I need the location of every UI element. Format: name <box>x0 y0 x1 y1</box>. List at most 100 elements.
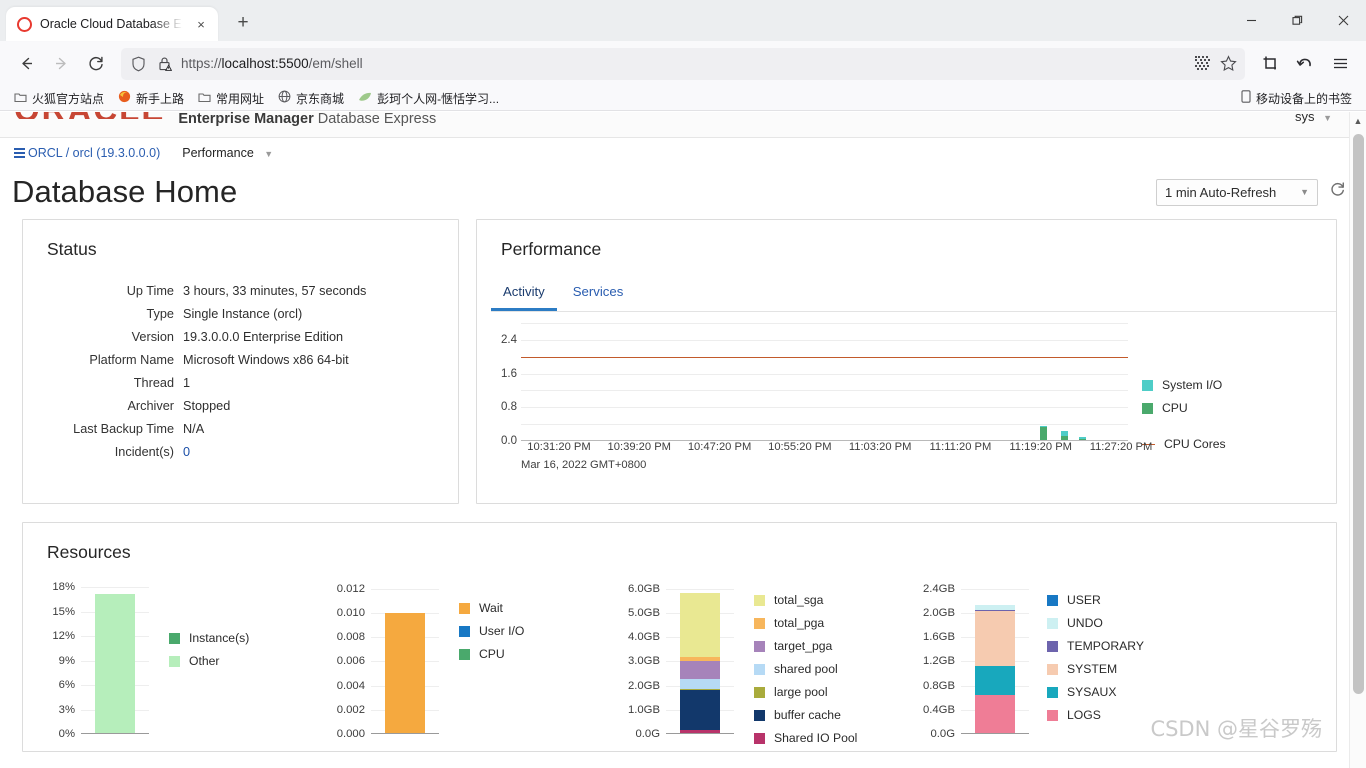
activity-y-tick-label: 0.8 <box>501 401 517 414</box>
legend-item[interactable]: Wait <box>459 601 618 615</box>
bookmark-item[interactable]: 京东商城 <box>272 88 350 109</box>
oracle-circle-icon <box>17 16 32 32</box>
activity-chart[interactable]: 0.0 0.8 1.6 2.4 <box>483 323 1128 447</box>
browser-tab[interactable]: Oracle Cloud Database Expre × <box>6 7 218 41</box>
legend-item[interactable]: UNDO <box>1047 616 1191 630</box>
resource-cpu-chart-plot[interactable]: 0% 3% 6% 9% 12% 15% 18% <box>33 579 153 740</box>
resource-wait-chart-plot[interactable]: 0.000 0.002 0.004 0.006 0.008 0.010 0.012 <box>323 579 443 740</box>
bar <box>680 593 720 733</box>
breadcrumb-database-link[interactable]: ORCL / orcl (19.3.0.0.0) <box>14 146 160 160</box>
status-row: Up Time 3 hours, 33 minutes, 57 seconds <box>23 280 458 303</box>
y-tick-label: 1.0GB <box>627 703 660 716</box>
y-tick-label: 2.0GB <box>922 606 955 619</box>
tab-activity[interactable]: Activity <box>491 280 557 311</box>
legend-item[interactable]: USER <box>1047 593 1191 607</box>
legend-item[interactable]: total_sga <box>754 593 913 607</box>
back-button[interactable] <box>10 48 42 80</box>
legend-item[interactable]: total_pga <box>754 616 913 630</box>
auto-refresh-select[interactable]: 1 min Auto-Refresh ▼ <box>1156 178 1318 206</box>
bookmark-label: 新手上路 <box>136 91 185 106</box>
refresh-icon[interactable] <box>1329 181 1346 203</box>
performance-panel: Performance Activity Services 0.0 0.8 1.6 2.… <box>476 219 1337 504</box>
legend-item[interactable]: Shared IO Pool <box>754 731 913 745</box>
y-tick-label: 0.008 <box>336 631 365 644</box>
shield-icon[interactable] <box>129 55 147 73</box>
legend-item[interactable]: target_pga <box>754 639 913 653</box>
legend-item[interactable]: TEMPORARY <box>1047 639 1191 653</box>
chevron-down-icon: ▼ <box>264 149 274 159</box>
activity-x-tick-label: 10:55:20 PM <box>768 441 832 453</box>
close-icon[interactable]: × <box>192 15 210 33</box>
undo-arrow-icon[interactable] <box>1289 48 1321 80</box>
forward-button[interactable] <box>45 48 77 80</box>
performance-menu[interactable]: Performance ▼ <box>182 146 273 160</box>
legend-swatch <box>754 709 765 721</box>
legend-swatch <box>1047 640 1058 652</box>
resource-memory-chart-plot[interactable]: 0.0G 1.0GB 2.0GB 3.0GB 4.0GB 5.0GB 6.0GB <box>618 579 738 740</box>
legend-item[interactable]: SYSTEM <box>1047 662 1191 676</box>
resource-tablespace-chart: 0.0G 0.4GB 0.8GB 1.2GB 1.6GB 2.0GB 2.4GB USER UN… <box>913 579 1191 754</box>
new-tab-button[interactable]: + <box>228 8 258 38</box>
activity-chart-wrap: 0.0 0.8 1.6 2.4 10:31:20 PM 10:39:20 PM 10:47… <box>477 312 1336 471</box>
gridline <box>666 588 734 590</box>
gridline <box>521 323 1128 324</box>
activity-x-tick-label: 10:39:20 PM <box>607 441 672 453</box>
legend-item[interactable]: User I/O <box>459 624 618 638</box>
legend-swatch <box>1047 686 1058 698</box>
resource-memory-chart-legend: total_sga total_pga target_pgashared pool l… <box>738 579 913 754</box>
minimize-button[interactable] <box>1228 0 1274 41</box>
legend-item[interactable]: System I/O <box>1142 378 1226 392</box>
y-tick-label: 1.2GB <box>922 655 955 668</box>
tab-services[interactable]: Services <box>561 280 636 311</box>
status-row-value-link[interactable]: 0 <box>183 441 190 464</box>
gridline <box>521 424 1128 426</box>
legend-item[interactable]: Instance(s) <box>169 631 323 645</box>
url-bar[interactable]: https://localhost:5500/em/shell <box>121 47 1245 80</box>
legend-item[interactable]: buffer cache <box>754 708 913 722</box>
legend-label: Instance(s) <box>189 631 250 645</box>
bookmark-item[interactable]: 火狐官方站点 <box>8 88 110 109</box>
legend-item[interactable]: shared pool <box>754 662 913 676</box>
legend-item[interactable]: CPU Cores <box>1142 437 1226 451</box>
legend-item[interactable]: large pool <box>754 685 913 699</box>
activity-y-axis: 0.0 0.8 1.6 2.4 <box>483 323 517 447</box>
legend-item[interactable]: CPU <box>459 647 618 661</box>
bookmark-item[interactable]: 彭珂个人网-惬恬学习... <box>352 88 505 109</box>
page-title-row: Database Home 1 min Auto-Refresh ▼ <box>0 168 1366 210</box>
hamburger-menu-icon[interactable] <box>1324 48 1356 80</box>
lock-warning-icon[interactable] <box>155 55 173 73</box>
y-tick-label: 0% <box>58 728 75 740</box>
legend-label: LOGS <box>1067 708 1101 722</box>
legend-item[interactable]: SYSAUX <box>1047 685 1191 699</box>
y-tick-label: 0.0G <box>635 728 661 740</box>
performance-tabs: Activity Services <box>491 280 1336 312</box>
screenshot-icon[interactable] <box>1254 48 1286 80</box>
star-icon[interactable] <box>1219 55 1237 73</box>
legend-label: UNDO <box>1067 616 1103 630</box>
resource-tablespace-chart-plot[interactable]: 0.0G 0.4GB 0.8GB 1.2GB 1.6GB 2.0GB 2.4GB <box>913 579 1031 740</box>
status-row-label: Incident(s) <box>114 445 174 459</box>
chevron-down-icon: ▼ <box>1323 113 1332 123</box>
legend-swatch <box>754 617 765 629</box>
y-tick-label: 9% <box>58 654 75 667</box>
user-menu[interactable]: sys ▼ <box>1295 112 1332 124</box>
bookmark-item[interactable]: 新手上路 <box>112 88 190 109</box>
legend-item[interactable]: CPU <box>1142 401 1226 415</box>
refresh-controls: 1 min Auto-Refresh ▼ <box>1156 178 1346 206</box>
activity-y-tick-label: 2.4 <box>501 333 517 346</box>
legend-item[interactable]: Other <box>169 654 323 668</box>
maximize-button[interactable] <box>1274 0 1320 41</box>
activity-x-tick-label: 10:31:20 PM <box>527 441 591 453</box>
bookmark-mobile-folder[interactable]: 移动设备上的书签 <box>1235 88 1358 109</box>
scroll-up-arrow-icon[interactable]: ▲ <box>1350 112 1366 129</box>
restore-icon <box>1291 15 1302 25</box>
page-scrollbar[interactable]: ▲ <box>1349 112 1366 768</box>
scrollbar-thumb[interactable] <box>1353 134 1364 694</box>
close-window-button[interactable] <box>1320 0 1366 41</box>
reload-button[interactable] <box>80 48 112 80</box>
status-panel: Status Up Time 3 hours, 33 minutes, 57 se… <box>22 219 459 504</box>
user-name: sys <box>1294 112 1315 124</box>
em-app-header: ORACLE Enterprise Manager Database Expre… <box>0 112 1366 138</box>
bookmark-item[interactable]: 常用网址 <box>192 88 270 109</box>
qrcode-icon[interactable] <box>1193 55 1211 73</box>
